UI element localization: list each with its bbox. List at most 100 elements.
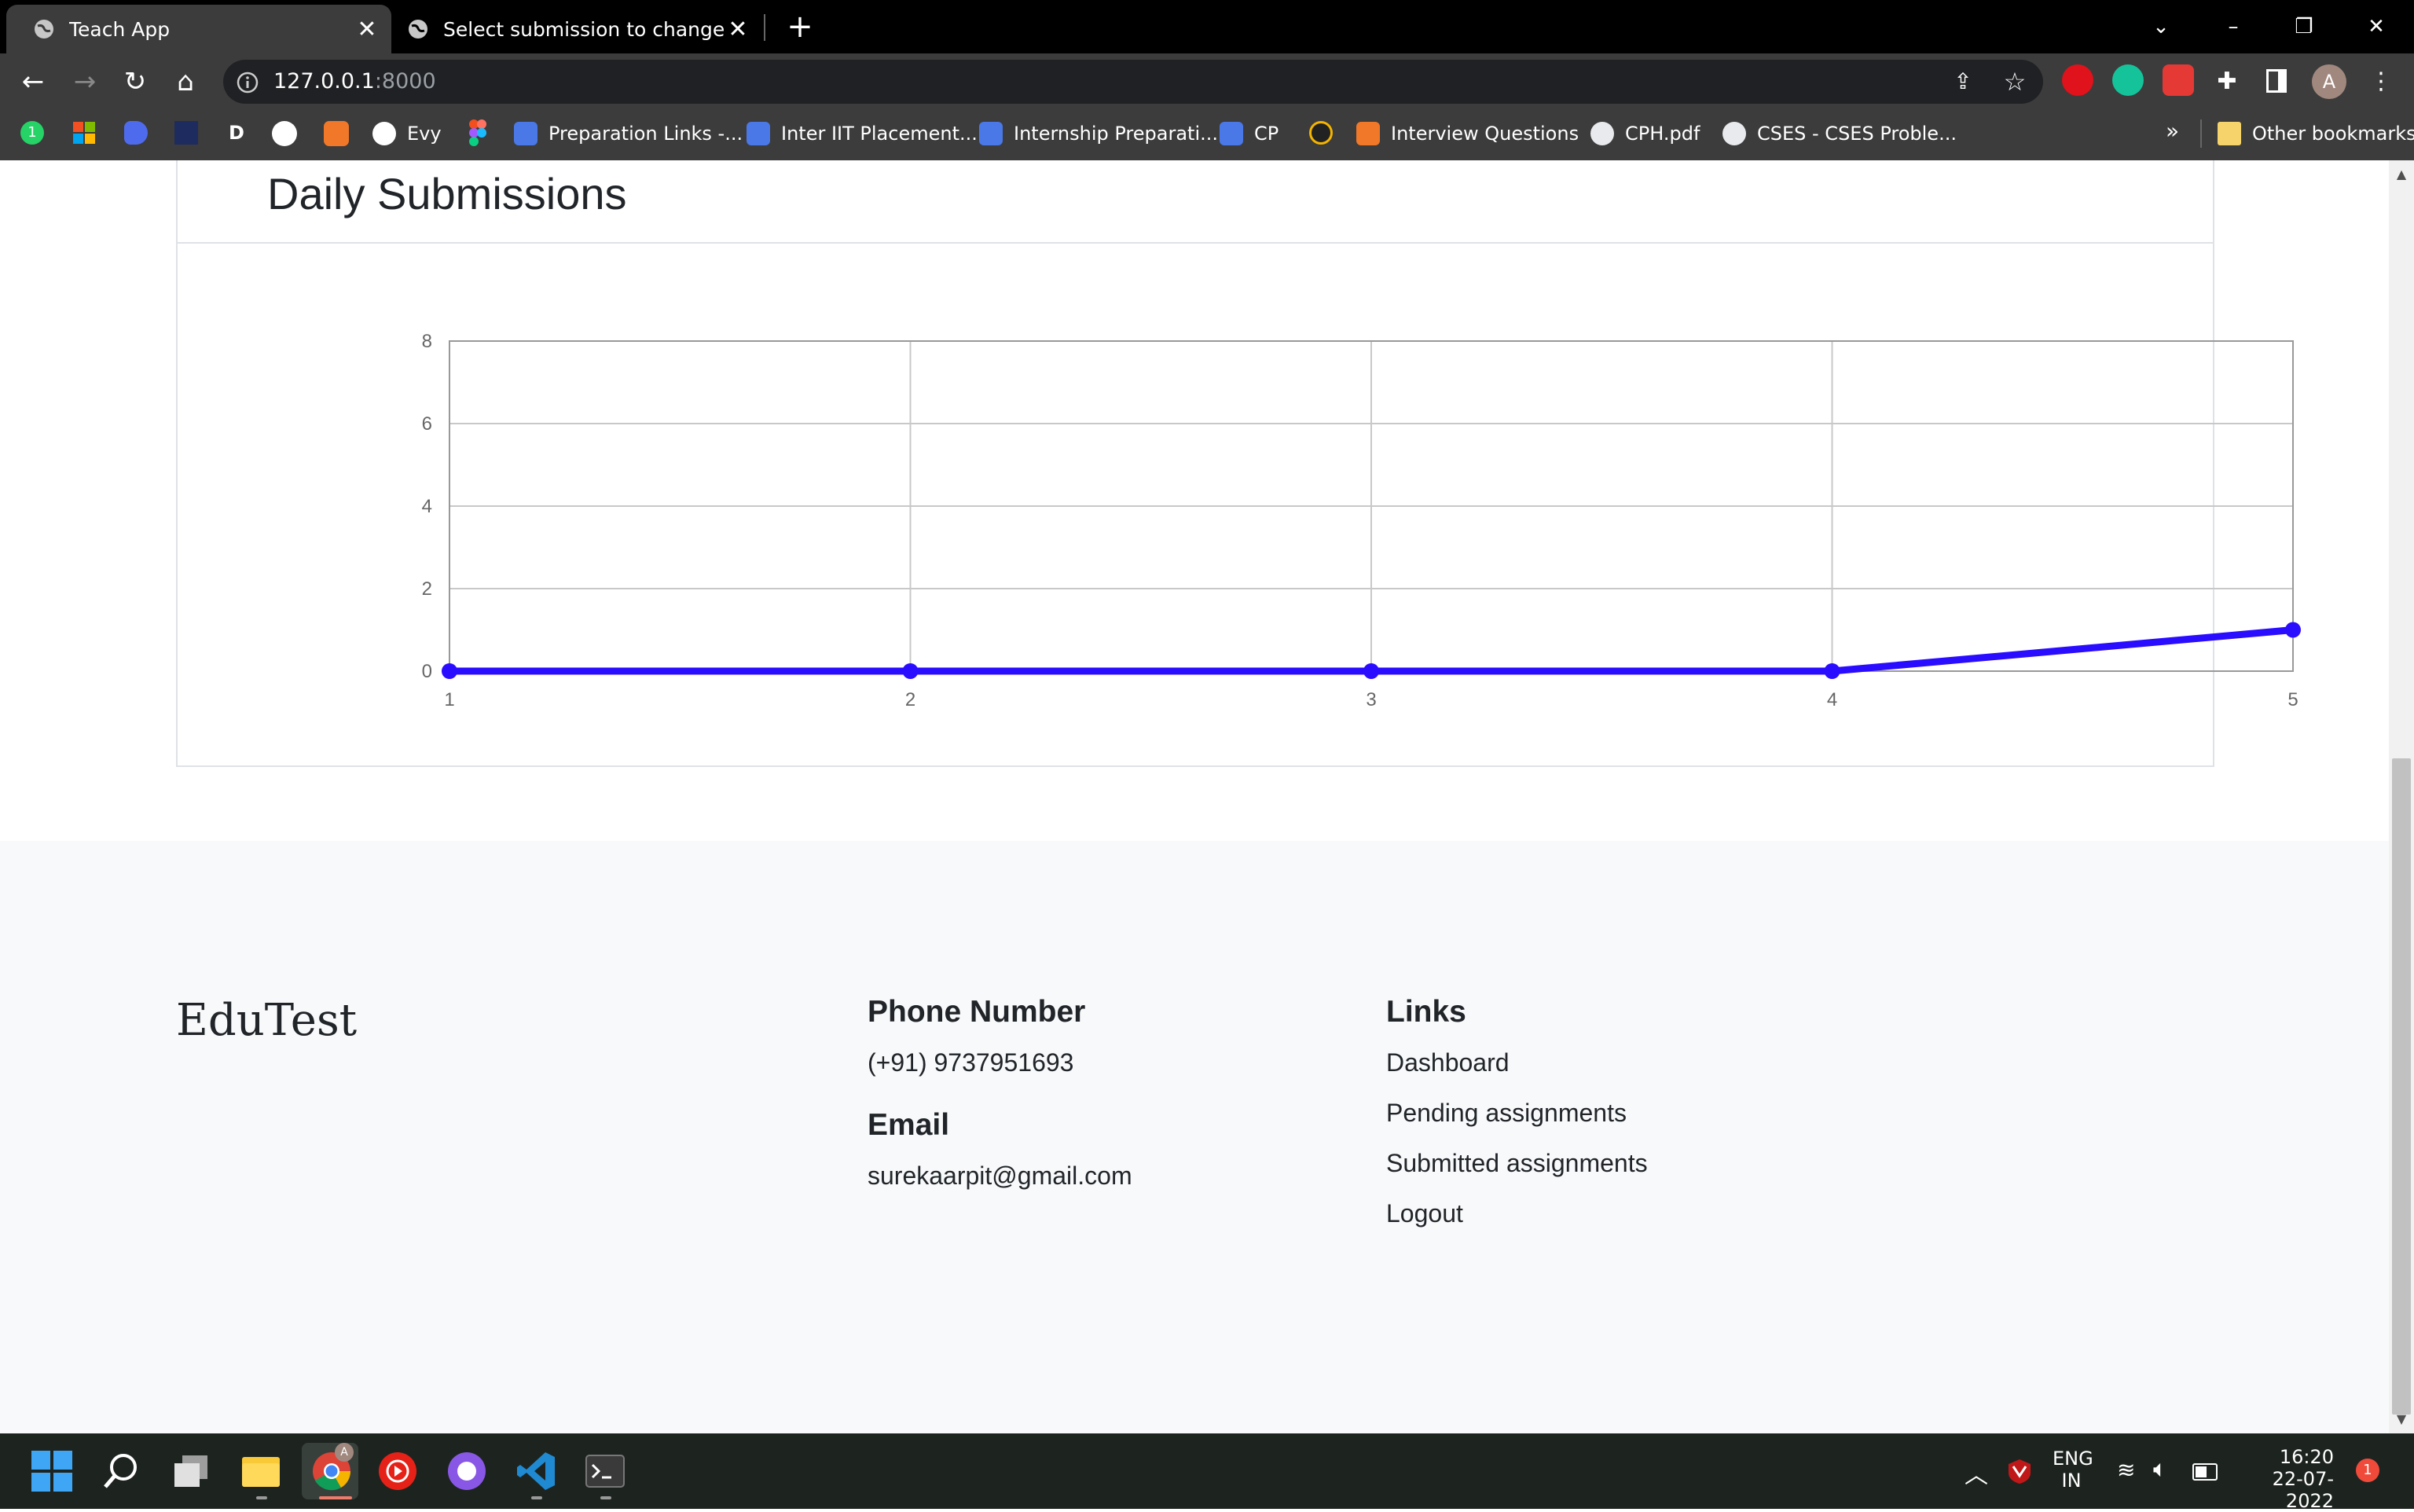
bookmark-codechef-icon[interactable] bbox=[1309, 121, 1333, 145]
bookmark-label: Internship Preparati... bbox=[1014, 123, 1219, 145]
globe-icon bbox=[1722, 122, 1746, 145]
grammarly-icon[interactable] bbox=[2112, 64, 2144, 96]
running-indicator bbox=[256, 1496, 267, 1499]
profile-avatar[interactable]: A bbox=[2312, 64, 2346, 99]
scroll-up-arrow-icon[interactable]: ▲ bbox=[2389, 163, 2414, 185]
tab-select-submission[interactable]: Select submission to change | Dja ✕ bbox=[393, 5, 762, 53]
bookmark-evy[interactable]: Evy bbox=[372, 118, 442, 149]
volume-icon[interactable]: 🔈︎ bbox=[2153, 1455, 2167, 1483]
globe-icon bbox=[1590, 122, 1614, 145]
email-heading: Email bbox=[868, 1108, 950, 1142]
docs-icon bbox=[514, 122, 537, 145]
language-indicator[interactable]: ENG IN bbox=[2053, 1448, 2093, 1492]
github-desktop-icon[interactable] bbox=[443, 1448, 490, 1495]
github-icon bbox=[372, 122, 396, 145]
bookmark-d-icon[interactable]: D bbox=[225, 121, 248, 145]
bookmark-whatsapp-icon[interactable]: 1 bbox=[20, 121, 44, 145]
links-heading: Links bbox=[1386, 995, 1466, 1029]
url-host: 127.0.0.1 bbox=[273, 69, 375, 94]
url-text[interactable]: 127.0.0.1:8000 bbox=[273, 69, 436, 94]
extension-stop-icon[interactable] bbox=[2062, 64, 2093, 96]
scrollbar-thumb[interactable] bbox=[2392, 758, 2411, 1415]
back-arrow-icon[interactable]: ← bbox=[16, 64, 50, 99]
forward-arrow-icon[interactable]: → bbox=[68, 64, 102, 99]
reload-icon[interactable]: ↻ bbox=[118, 64, 152, 99]
tab-search-chevron-icon[interactable]: ⌄ bbox=[2145, 11, 2177, 42]
file-explorer-icon[interactable] bbox=[237, 1448, 284, 1495]
tab-close-icon[interactable]: ✕ bbox=[725, 16, 751, 43]
bookmark-internship[interactable]: Internship Preparati... bbox=[979, 118, 1218, 149]
running-indicator bbox=[531, 1496, 542, 1499]
bookmark-orange-icon[interactable] bbox=[324, 121, 349, 146]
info-icon[interactable] bbox=[236, 71, 259, 94]
tab-close-icon[interactable]: ✕ bbox=[354, 16, 380, 43]
bookmark-label: Preparation Links -... bbox=[548, 123, 743, 145]
vscode-icon[interactable] bbox=[512, 1448, 559, 1495]
card-header: Daily Submissions bbox=[178, 160, 2213, 244]
notification-badge[interactable]: 1 bbox=[2356, 1459, 2379, 1482]
wifi-icon[interactable]: ≋ bbox=[2117, 1457, 2135, 1483]
address-bar[interactable] bbox=[223, 60, 2043, 104]
bookmark-github-icon[interactable] bbox=[272, 121, 297, 146]
clock[interactable]: 16:20 22-07-2022 bbox=[2240, 1446, 2334, 1512]
extensions-puzzle-icon[interactable]: ✚ bbox=[2210, 64, 2244, 99]
daily-submissions-chart: 0 2 4 6 8 1 2 3 4 5 bbox=[422, 331, 2301, 710]
windows-start-icon[interactable] bbox=[28, 1448, 75, 1495]
data-point bbox=[442, 663, 457, 679]
tab-teach-app[interactable]: Teach App ✕ bbox=[6, 5, 391, 53]
x-tick-label: 4 bbox=[1827, 689, 1837, 710]
bookmark-other[interactable]: Other bookmarks bbox=[2218, 118, 2414, 149]
footer bbox=[0, 841, 2389, 1433]
bookmark-label: Evy bbox=[407, 123, 442, 145]
restore-icon[interactable]: ❐ bbox=[2288, 11, 2320, 42]
x-tick-label: 5 bbox=[2287, 689, 2298, 710]
home-icon[interactable]: ⌂ bbox=[168, 64, 203, 99]
page-viewport: Daily Submissions 0 2 4 6 8 1 2 3 4 5 bbox=[0, 160, 2389, 1433]
chrome-profile-badge: A bbox=[335, 1443, 354, 1462]
footer-link-submitted-assignments[interactable]: Submitted assignments bbox=[1386, 1149, 1648, 1178]
bookmark-label: Other bookmarks bbox=[2252, 123, 2414, 145]
bookmark-preparation-links[interactable]: Preparation Links -... bbox=[514, 118, 743, 149]
bookmark-figma-icon[interactable] bbox=[468, 119, 487, 146]
phone-number: (+91) 9737951693 bbox=[868, 1048, 1074, 1077]
bookmark-interview-questions[interactable]: Interview Questions bbox=[1356, 118, 1579, 149]
x-tick-label: 1 bbox=[444, 689, 454, 710]
new-tab-plus-icon[interactable]: + bbox=[784, 11, 816, 42]
bookmark-cph-pdf[interactable]: CPH.pdf bbox=[1590, 118, 1700, 149]
extension-red-icon[interactable] bbox=[2163, 64, 2194, 96]
tray-chevron-up-icon[interactable]: ︿ bbox=[1965, 1455, 1988, 1490]
bookmark-label: CPH.pdf bbox=[1625, 123, 1700, 145]
youtube-music-icon[interactable] bbox=[374, 1448, 421, 1495]
side-panel-icon[interactable] bbox=[2266, 69, 2287, 93]
task-view-icon[interactable] bbox=[168, 1448, 215, 1495]
bookmark-star-icon[interactable]: ☆ bbox=[1998, 64, 2032, 99]
y-tick-label: 8 bbox=[422, 331, 432, 352]
close-window-icon[interactable]: ✕ bbox=[2361, 11, 2392, 42]
bookmark-dark-icon[interactable] bbox=[174, 121, 198, 145]
scroll-down-arrow-icon[interactable]: ▼ bbox=[2389, 1408, 2414, 1430]
y-tick-label: 2 bbox=[422, 578, 432, 600]
bookmark-inter-iit[interactable]: Inter IIT Placement... bbox=[747, 118, 978, 149]
tab-title: Teach App bbox=[69, 17, 171, 41]
search-icon[interactable] bbox=[97, 1448, 145, 1495]
menu-kebab-icon[interactable]: ⋮ bbox=[2364, 64, 2398, 99]
email-address: surekaarpit@gmail.com bbox=[868, 1162, 1132, 1190]
mcafee-icon[interactable] bbox=[2005, 1457, 2034, 1485]
terminal-icon[interactable] bbox=[581, 1448, 629, 1495]
footer-link-pending-assignments[interactable]: Pending assignments bbox=[1386, 1099, 1627, 1128]
running-indicator bbox=[319, 1496, 352, 1499]
bookmarks-overflow-icon[interactable]: » bbox=[2166, 118, 2179, 144]
battery-icon[interactable] bbox=[2192, 1463, 2218, 1481]
docs-icon bbox=[1220, 122, 1243, 145]
bookmark-cses[interactable]: CSES - CSES Proble... bbox=[1722, 118, 1957, 149]
docs-icon bbox=[747, 122, 770, 145]
lang-text: ENG bbox=[2053, 1448, 2093, 1470]
bookmark-microsoft-icon[interactable] bbox=[72, 121, 96, 145]
footer-link-logout[interactable]: Logout bbox=[1386, 1199, 1463, 1228]
share-icon[interactable]: ⇪ bbox=[1946, 64, 1980, 99]
bookmark-cp[interactable]: CP bbox=[1220, 118, 1279, 149]
minimize-icon[interactable]: – bbox=[2218, 11, 2249, 42]
footer-link-dashboard[interactable]: Dashboard bbox=[1386, 1048, 1510, 1077]
bookmark-blue-icon[interactable] bbox=[124, 121, 148, 145]
bookmark-label: Interview Questions bbox=[1391, 123, 1579, 145]
